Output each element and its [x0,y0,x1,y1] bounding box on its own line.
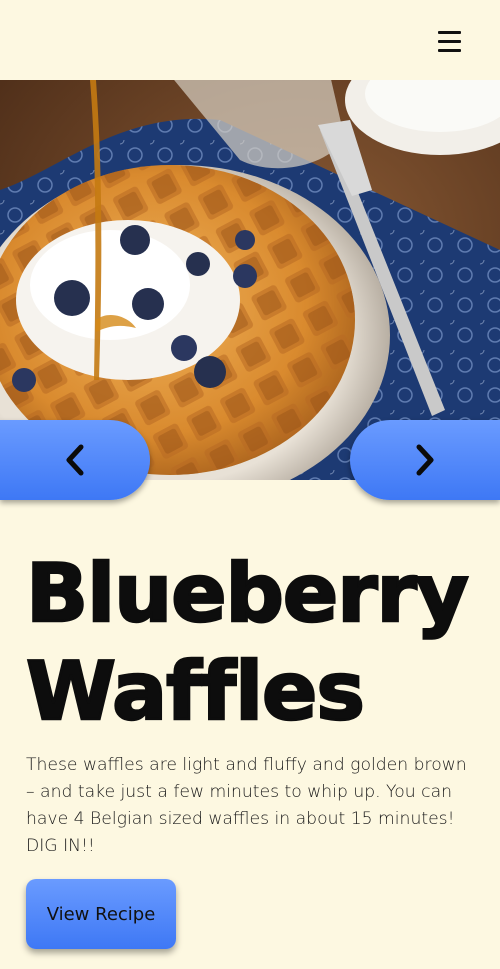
chevron-right-icon [416,444,434,476]
recipe-title: Blueberry Waffles [25,545,495,741]
top-bar [0,0,500,80]
hamburger-menu-icon[interactable] [438,31,462,53]
recipe-title-line2: Waffles [25,644,366,740]
chevron-left-icon [66,444,84,476]
recipe-title-line1: Blueberry [25,546,470,642]
recipe-description: These waffles are light and fluffy and g… [26,755,467,856]
next-slide-button[interactable] [350,420,500,500]
view-recipe-button[interactable]: View Recipe [26,879,176,949]
previous-slide-button[interactable] [0,420,150,500]
